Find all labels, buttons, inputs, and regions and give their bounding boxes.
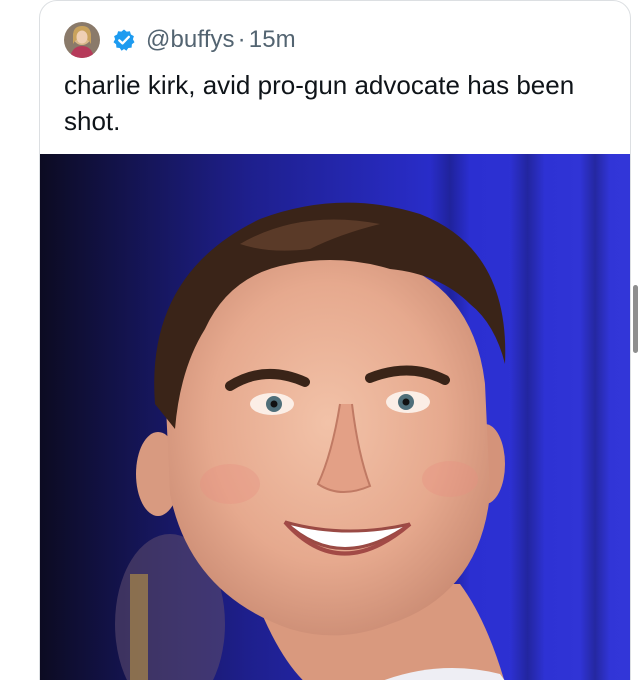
- tweet-text: charlie kirk, avid pro-gun advocate has …: [64, 70, 575, 136]
- user-handle[interactable]: @buffys: [146, 26, 235, 54]
- tweet-meta: @buffys · 15m: [146, 26, 296, 54]
- avatar[interactable]: [64, 22, 100, 58]
- tweet-header: @buffys · 15m: [64, 19, 296, 61]
- verified-badge-icon: [112, 28, 136, 52]
- screen: @buffys · 15m charlie kirk, avid pro-gun…: [0, 0, 644, 680]
- scrollbar-thumb[interactable]: [633, 285, 638, 353]
- avatar-image: [64, 22, 100, 58]
- tweet-media[interactable]: [40, 154, 630, 680]
- portrait-photo: [40, 154, 630, 680]
- meta-separator: ·: [237, 26, 246, 53]
- tweet-timestamp[interactable]: 15m: [249, 26, 296, 54]
- tweet-card[interactable]: @buffys · 15m charlie kirk, avid pro-gun…: [39, 0, 631, 680]
